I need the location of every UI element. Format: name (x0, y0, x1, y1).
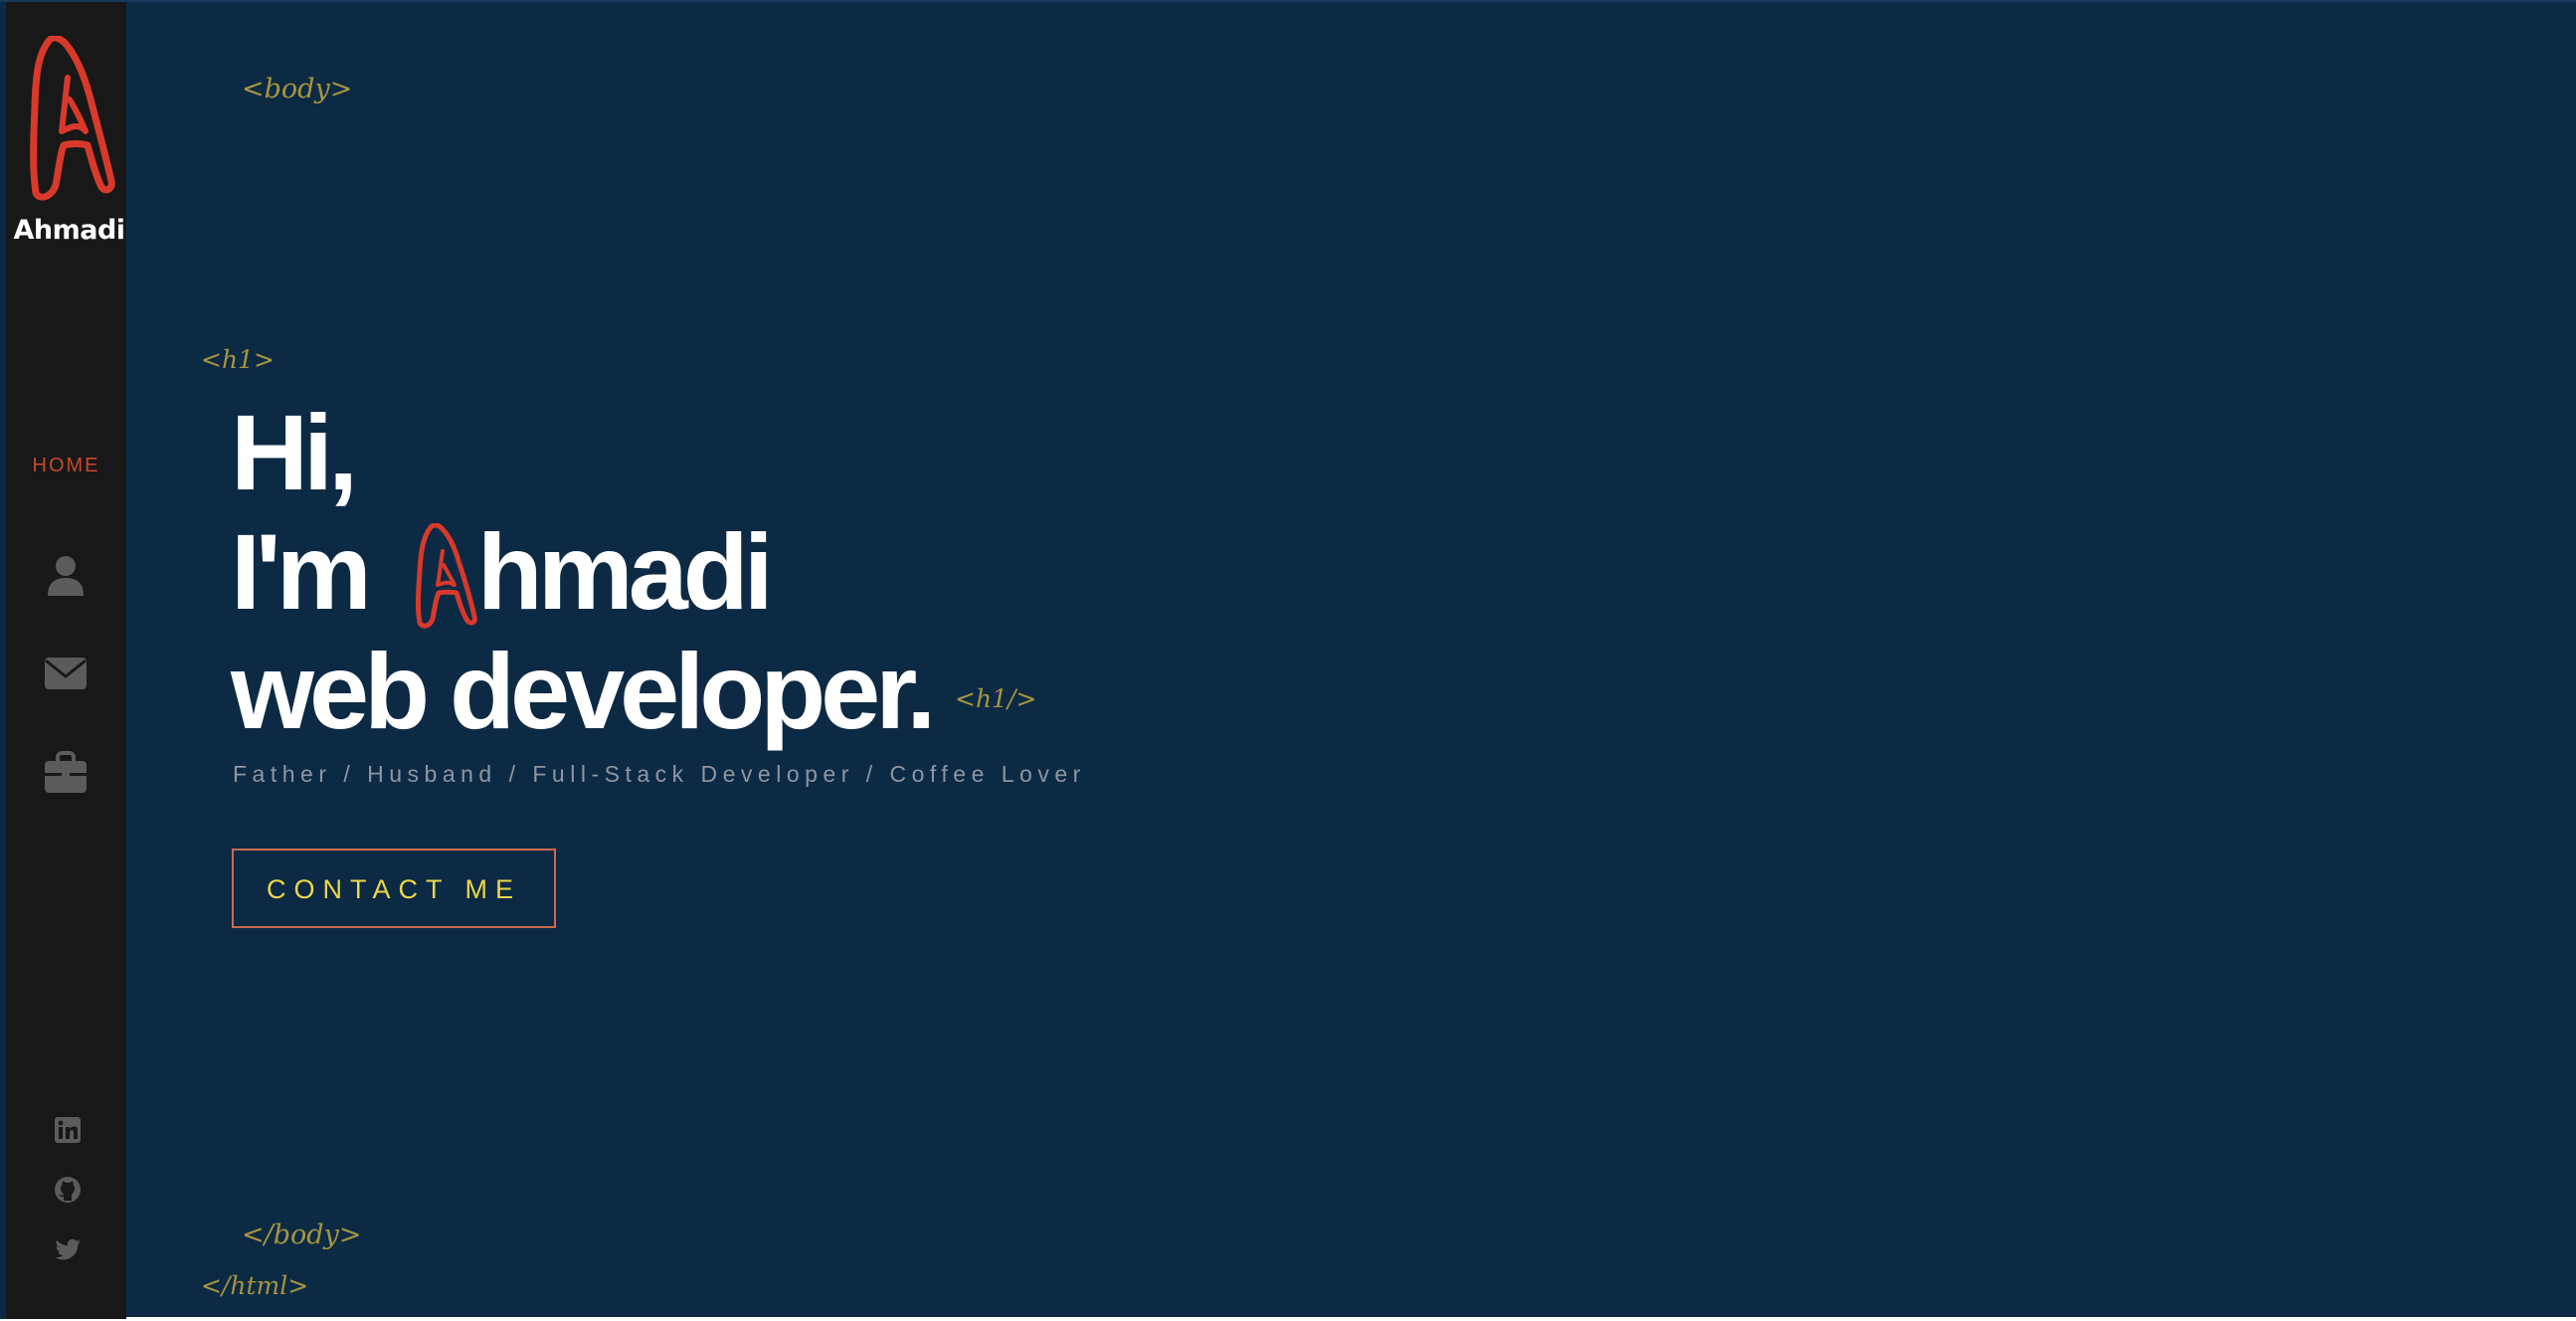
linkedin-icon[interactable] (54, 1116, 82, 1144)
user-icon[interactable] (42, 550, 90, 598)
briefcase-icon[interactable] (42, 749, 90, 797)
logo-text: Ahmadi (13, 215, 125, 246)
github-icon[interactable] (54, 1176, 82, 1204)
hero-line-2-prefix: I'm (231, 511, 372, 632)
nav-home-link[interactable]: HOME (6, 455, 126, 477)
main-nav: HOME (6, 455, 126, 793)
page-background: Ahmadi HOME <body> <h1> <h1/> </body> </… (0, 0, 2576, 1319)
hero-heading: Hi, I'm hmadi web developer. (231, 392, 936, 751)
twitter-icon[interactable] (54, 1235, 82, 1263)
contact-me-button[interactable]: CONTACT ME (232, 849, 556, 928)
hero-line-2: I'm hmadi (231, 512, 931, 632)
body-close-tag: </body> (242, 1220, 362, 1250)
h1-close-tag: <h1/> (955, 684, 1037, 713)
h1-open-tag: <h1> (201, 345, 275, 374)
hero-line-3: web developer. (231, 631, 936, 751)
html-close-tag: </html> (201, 1271, 309, 1300)
hero-a-letter-icon (415, 523, 477, 629)
logo-a-icon (30, 36, 115, 201)
hero-subtitle: Father / Husband / Full-Stack Developer … (233, 761, 1086, 787)
logo[interactable]: Ahmadi (12, 36, 126, 255)
hero-line-2-suffix: hmadi (476, 511, 774, 632)
body-open-tag: <body> (242, 74, 353, 104)
hero-line-1: Hi, (231, 392, 358, 512)
envelope-icon[interactable] (42, 650, 90, 697)
sidebar: Ahmadi HOME (0, 2, 126, 1319)
